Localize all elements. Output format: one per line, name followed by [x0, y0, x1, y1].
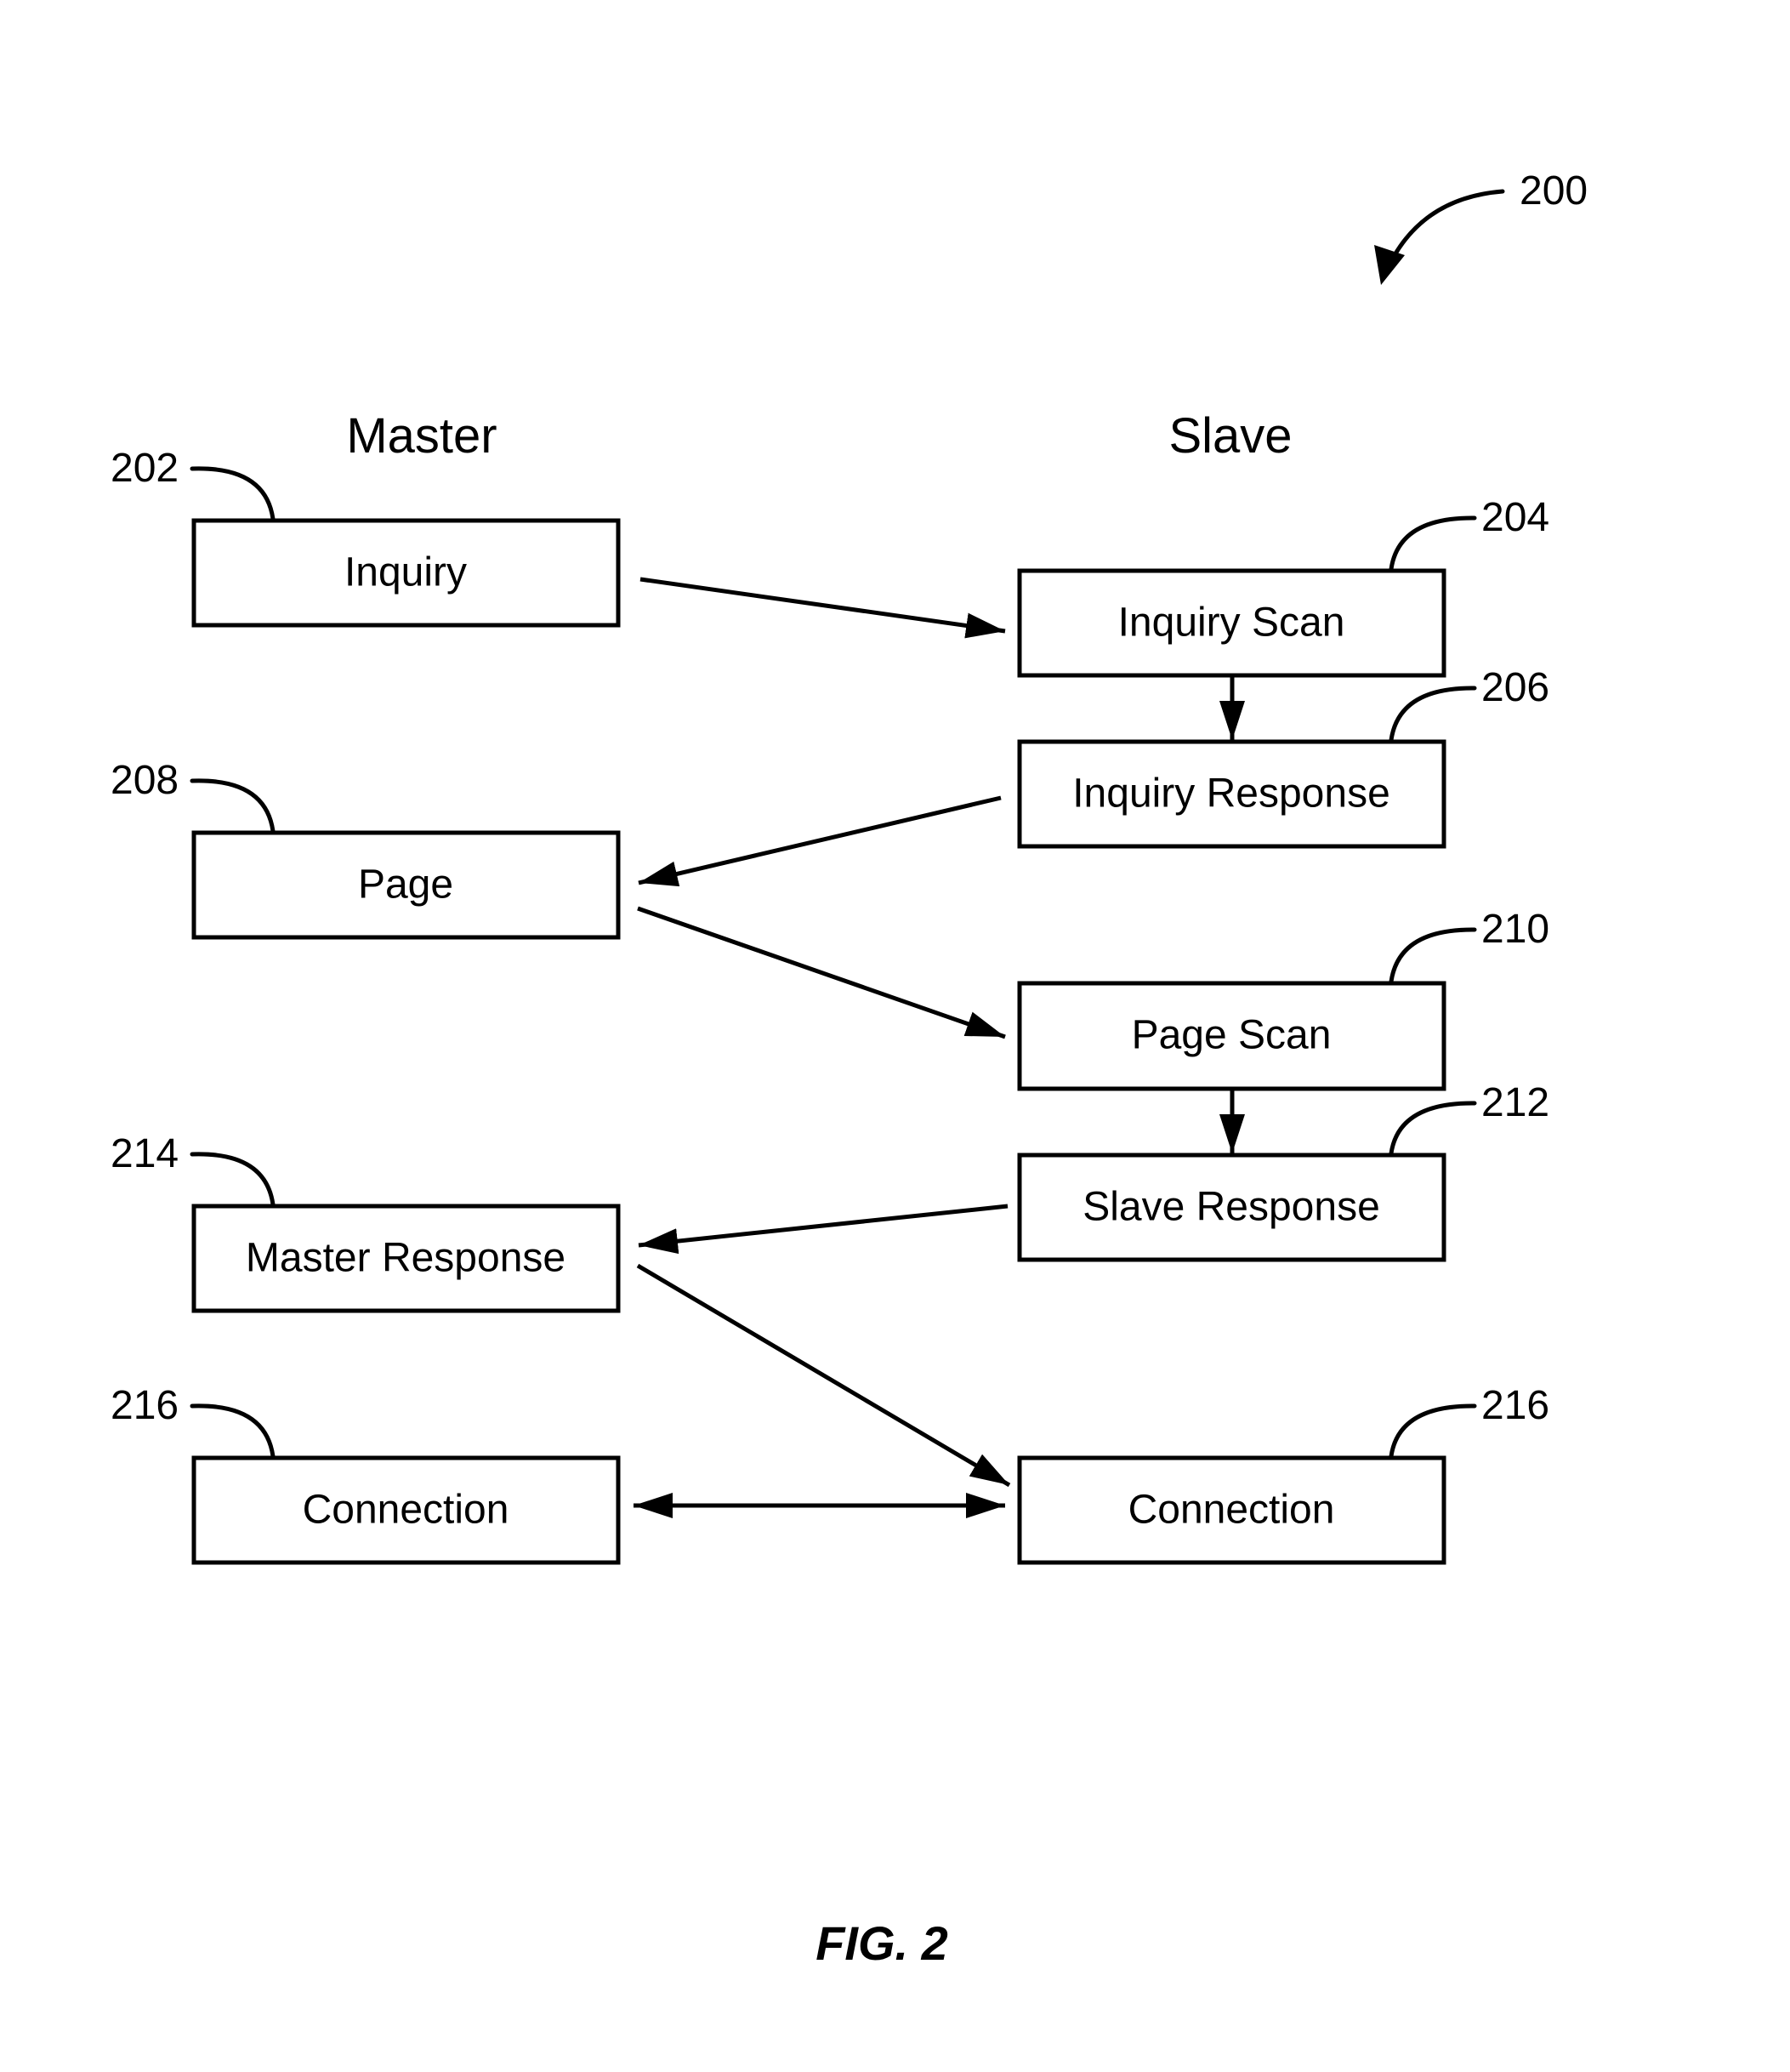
- arrow-inquiry-response-to-page: [638, 795, 1002, 887]
- box-page-scan: Page Scan 210: [1017, 907, 1549, 1091]
- ref-leader-line: [1389, 1403, 1477, 1459]
- ref-numeral: 210: [1481, 907, 1549, 952]
- ref-leader-line: [190, 1403, 276, 1459]
- box-label: Page: [358, 862, 453, 908]
- arrow-page-to-page-scan: [637, 906, 1006, 1039]
- ref-numeral: 202: [111, 446, 179, 491]
- box-label: Master Response: [246, 1236, 565, 1281]
- figure-ref-arrow: [1392, 189, 1505, 258]
- box-label: Connection: [303, 1488, 509, 1533]
- flow-diagram: 200 Master Slave Inquiry 202 Page 208 Ma…: [111, 168, 1588, 1970]
- arrow-inquiry-to-inquiry-scan: [639, 577, 1006, 639]
- box-label: Inquiry: [344, 550, 467, 595]
- ref-numeral: 204: [1481, 495, 1549, 540]
- box-page: Page 208: [111, 758, 621, 940]
- arrow-master-response-to-connection: [636, 1263, 1011, 1488]
- column-title-slave: Slave: [1168, 408, 1292, 464]
- ref-numeral: 208: [111, 758, 179, 803]
- figure-ref-label: 200: [1520, 168, 1588, 213]
- ref-leader-line: [1389, 927, 1477, 984]
- box-label: Inquiry Response: [1072, 771, 1390, 817]
- ref-numeral: 216: [111, 1383, 179, 1428]
- box-slave-response: Slave Response 212: [1017, 1080, 1549, 1262]
- box-label: Page Scan: [1132, 1013, 1332, 1058]
- ref-leader-line: [1389, 1101, 1477, 1156]
- ref-numeral: 206: [1481, 665, 1549, 710]
- figure-caption: FIG. 2: [815, 1916, 948, 1970]
- column-title-master: Master: [346, 408, 497, 464]
- arrow-slave-response-to-master-response: [638, 1204, 1009, 1255]
- ref-numeral: 216: [1481, 1383, 1549, 1428]
- ref-leader-line: [190, 778, 276, 834]
- ref-leader-line: [190, 1152, 276, 1207]
- box-connection-master: Connection 216: [111, 1383, 621, 1565]
- box-master-response: Master Response 214: [111, 1131, 621, 1313]
- figure-ref-arrowhead-icon: [1374, 245, 1405, 285]
- ref-leader-line: [190, 466, 276, 521]
- box-label: Connection: [1128, 1488, 1335, 1533]
- box-inquiry-scan: Inquiry Scan 204: [1017, 495, 1549, 678]
- ref-numeral: 212: [1481, 1080, 1549, 1125]
- box-label: Inquiry Scan: [1118, 601, 1345, 646]
- box-label: Slave Response: [1083, 1185, 1380, 1230]
- ref-leader-line: [1389, 515, 1477, 572]
- box-inquiry-response: Inquiry Response 206: [1017, 665, 1549, 849]
- ref-leader-line: [1389, 686, 1477, 743]
- box-connection-slave: Connection 216: [1017, 1383, 1549, 1565]
- ref-numeral: 214: [111, 1131, 179, 1176]
- box-inquiry: Inquiry 202: [111, 446, 621, 628]
